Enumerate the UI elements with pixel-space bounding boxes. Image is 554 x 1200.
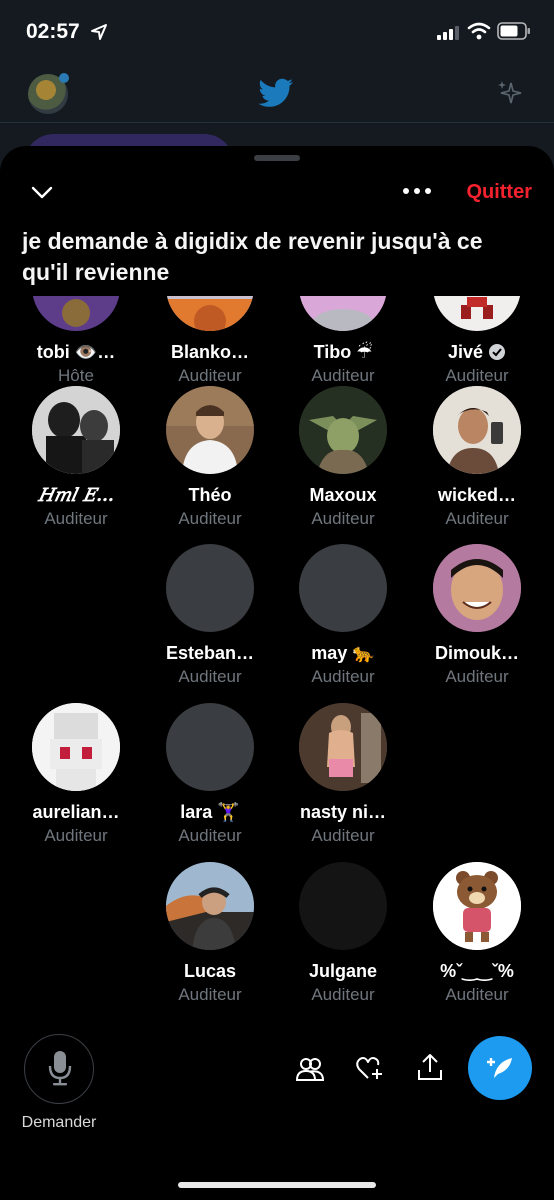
participant[interactable]: Jivé Auditeur <box>412 296 542 388</box>
avatar <box>433 862 521 950</box>
participant-role: Auditeur <box>311 667 375 686</box>
participant[interactable]: Blanko… Auditeur <box>145 296 275 388</box>
participant[interactable]: aurelian… Auditeur <box>11 703 141 848</box>
participant-name: may 🐆 <box>311 643 375 663</box>
avatar <box>299 703 387 791</box>
participant-role: Auditeur <box>178 667 242 686</box>
sparkle-icon <box>498 81 522 104</box>
chevron-down-icon[interactable] <box>30 180 54 204</box>
status-time: 02:57 <box>26 20 80 43</box>
location-arrow-icon <box>91 24 107 40</box>
participant-name: Blanko… <box>170 342 249 362</box>
participant-role: Auditeur <box>311 826 375 845</box>
avatar <box>299 296 387 331</box>
participant[interactable]: nasty ni… Auditeur <box>278 703 408 848</box>
avatar <box>433 544 521 632</box>
avatar <box>166 862 254 950</box>
participant-role: Auditeur <box>445 366 509 385</box>
sheet-grabber[interactable] <box>254 155 300 161</box>
participant-name: tobi 👁️… <box>36 342 116 362</box>
more-options-icon[interactable] <box>402 186 432 196</box>
divider <box>0 122 554 123</box>
participant-role: Auditeur <box>178 826 242 845</box>
participant-name: lara 🏋️‍♀️ <box>180 802 240 822</box>
participant-role: Auditeur <box>178 985 242 1004</box>
participant-role: Auditeur <box>445 667 509 686</box>
participant[interactable]: Maxoux Auditeur <box>278 386 408 531</box>
participant-role: Auditeur <box>178 509 242 528</box>
avatar <box>433 296 521 331</box>
participant-role: Auditeur <box>445 509 509 528</box>
participant[interactable]: wicked… Auditeur <box>412 386 542 531</box>
notification-dot <box>59 73 69 83</box>
share-icon[interactable] <box>416 1052 444 1082</box>
avatar <box>166 544 254 632</box>
space-sheet: Quitter je demande à digidix de revenir … <box>0 146 554 1200</box>
participant-name: wicked… <box>437 485 517 505</box>
leave-space-button[interactable]: Quitter <box>448 176 532 208</box>
participant-name: %ˇ‿‿ˇ% <box>440 961 514 981</box>
participant[interactable]: 𝐻𝑚𝑙 𝐸… Auditeur <box>11 386 141 531</box>
participant-name: nasty ni… <box>299 802 387 822</box>
home-indicator <box>178 1182 376 1188</box>
participant-name: Dimouk… <box>434 643 519 663</box>
avatar <box>166 296 254 331</box>
participant-role: Auditeur <box>178 366 242 385</box>
participant-role: Auditeur <box>311 509 375 528</box>
participant-name: Maxoux <box>309 485 377 505</box>
avatar <box>433 386 521 474</box>
participant-name: Julgane <box>308 961 378 981</box>
participants-grid: tobi 👁️… Hôte Blanko… Auditeur Tibo ☔ Au… <box>0 296 554 1032</box>
participant-role: Auditeur <box>445 985 509 1004</box>
participant-role: Auditeur <box>311 985 375 1004</box>
cellular-signal-icon <box>437 26 459 40</box>
wifi-icon <box>467 22 491 40</box>
avatar <box>32 296 120 331</box>
participant[interactable]: Julgane Auditeur <box>278 862 408 1007</box>
participant-role: Auditeur <box>311 366 375 385</box>
participant[interactable]: Théo Auditeur <box>145 386 275 531</box>
status-bar: 02:57 <box>0 0 554 64</box>
participant[interactable]: Esteban… Auditeur <box>145 544 275 689</box>
avatar <box>299 544 387 632</box>
participant-role: Auditeur <box>44 509 108 528</box>
microphone-icon <box>48 1051 72 1086</box>
participant-name: aurelian… <box>32 802 120 822</box>
participant-name: Esteban… <box>165 643 255 663</box>
participant-name: Tibo ☔ <box>313 342 373 362</box>
participant[interactable]: %ˇ‿‿ˇ% Auditeur <box>412 862 542 1007</box>
avatar <box>299 862 387 950</box>
participant[interactable]: may 🐆 Auditeur <box>278 544 408 689</box>
avatar <box>299 386 387 474</box>
participant-name: Jivé <box>412 342 542 364</box>
feather-plus-icon <box>487 1058 512 1078</box>
avatar <box>166 386 254 474</box>
participant-role: Hôte <box>58 366 94 385</box>
space-title: je demande à digidix de revenir jusqu'à … <box>22 228 483 285</box>
participant-name: Lucas <box>183 961 237 981</box>
participant-role: Auditeur <box>44 826 108 845</box>
request-mic-button[interactable] <box>24 1034 94 1104</box>
verified-badge-icon <box>489 344 506 360</box>
participant[interactable]: Dimouk… Auditeur <box>412 544 542 689</box>
request-mic-label: Demander <box>21 1114 97 1131</box>
avatar <box>32 703 120 791</box>
avatar <box>166 703 254 791</box>
avatar <box>32 386 120 474</box>
compose-tweet-button[interactable] <box>468 1036 532 1100</box>
people-icon[interactable] <box>296 1056 324 1082</box>
heart-plus-icon[interactable] <box>356 1054 384 1082</box>
participant[interactable]: Tibo ☔ Auditeur <box>278 296 408 388</box>
participant-name: 𝐻𝑚𝑙 𝐸… <box>38 485 114 506</box>
participant-name: Théo <box>188 485 232 505</box>
participant[interactable]: tobi 👁️… Hôte <box>11 296 141 388</box>
participant[interactable]: Lucas Auditeur <box>145 862 275 1007</box>
battery-icon <box>497 22 530 40</box>
participant[interactable]: lara 🏋️‍♀️ Auditeur <box>145 703 275 848</box>
twitter-bird-icon <box>258 78 293 107</box>
